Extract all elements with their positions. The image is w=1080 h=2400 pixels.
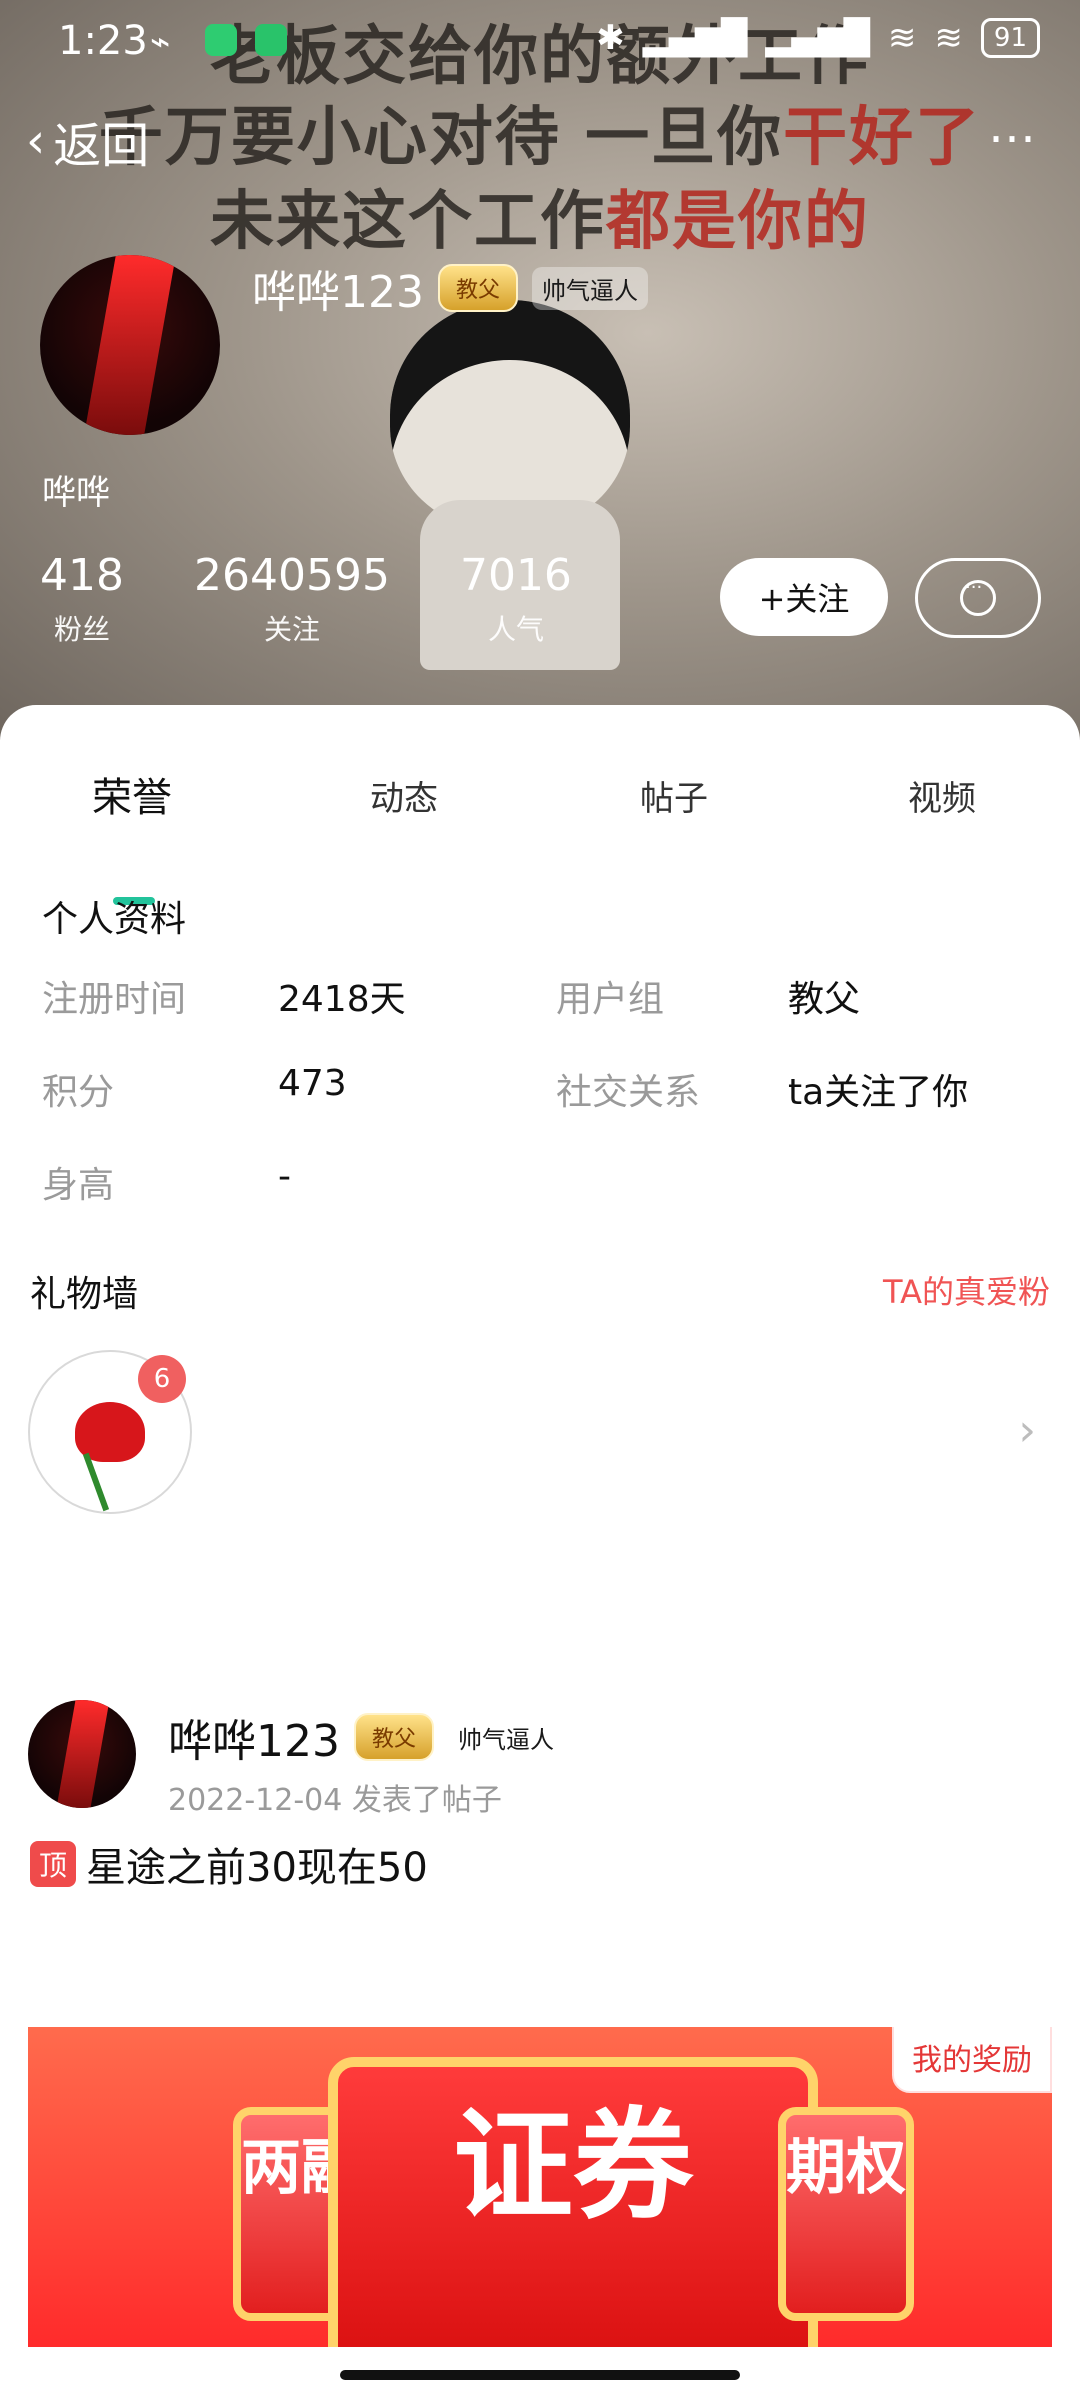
chat-bubble-icon bbox=[960, 577, 996, 616]
signal-icon: ▂▄▆█ bbox=[642, 18, 748, 58]
profile-avatar[interactable] bbox=[40, 255, 220, 435]
mute-icon: ⌁ bbox=[150, 22, 171, 62]
info-key: 身高 bbox=[42, 1165, 115, 1206]
stat-fans[interactable]: 418 粉丝 bbox=[40, 550, 124, 648]
tab-activity[interactable]: 动态 bbox=[370, 771, 438, 820]
post-author-line: 哗哗123 教父 帅气逼人 bbox=[168, 1705, 564, 1769]
info-value-2: ta关注了你 bbox=[788, 1072, 969, 1113]
post-text: 星途之前30现在50 bbox=[86, 1845, 428, 1891]
promo-banner[interactable]: 我的奖励 两融 证券 期权 bbox=[28, 2027, 1052, 2347]
gift-wall-title: 礼物墙 bbox=[30, 1274, 139, 1315]
info-key: 积分 bbox=[42, 1072, 115, 1113]
follow-button[interactable]: +关注 bbox=[720, 558, 888, 636]
more-options-button[interactable]: ⋯ bbox=[988, 110, 1040, 166]
post-title[interactable]: 顶 星途之前30现在50 bbox=[30, 1835, 428, 1893]
banner-right-text: 期权 bbox=[786, 2133, 906, 2203]
stat-popularity-label: 人气 bbox=[487, 613, 544, 646]
info-key-2: 用户组 bbox=[556, 979, 665, 1020]
stat-following-label: 关注 bbox=[263, 613, 320, 646]
banner-center-panel: 证券 bbox=[328, 2057, 818, 2347]
content-sheet: 荣誉 动态 帖子 视频 个人资料 注册时间 2418天 用户组 教父 积分 47… bbox=[0, 705, 1080, 2400]
info-value: - bbox=[278, 1156, 291, 1197]
stat-following[interactable]: 2640595 关注 bbox=[194, 550, 390, 648]
post-author-name[interactable]: 哗哗123 bbox=[168, 1705, 340, 1769]
more-icon: ⋯ bbox=[988, 110, 1040, 166]
gift-count-badge: 6 bbox=[138, 1355, 186, 1403]
info-row-points: 积分 473 社交关系 ta关注了你 bbox=[42, 1063, 1042, 1123]
info-row-height: 身高 - bbox=[42, 1156, 1042, 1216]
profile-nickname-line: 哗哗123 教父 帅气逼人 bbox=[252, 256, 648, 320]
user-group-badge: 教父 bbox=[437, 264, 518, 312]
wifi-icon: ≋ bbox=[887, 18, 917, 58]
android-app-icon bbox=[255, 24, 287, 56]
hero-caption-line-3: 未来这个工作都是你的 bbox=[210, 185, 870, 259]
tab-honor[interactable]: 荣誉 bbox=[92, 765, 172, 823]
profile-tabs: 荣誉 动态 帖子 视频 bbox=[0, 765, 1080, 905]
post-author-avatar[interactable] bbox=[28, 1700, 136, 1808]
info-row-registration: 注册时间 2418天 用户组 教父 bbox=[42, 970, 1042, 1030]
chevron-right-icon[interactable]: › bbox=[1018, 1405, 1036, 1456]
info-key: 注册时间 bbox=[42, 979, 187, 1020]
true-fans-link[interactable]: TA的真爱粉 bbox=[883, 1267, 1050, 1313]
hero-caption-line-2: 千万要小心对待 一旦你干好了 bbox=[98, 101, 982, 175]
banner-center-text: 证券 bbox=[453, 2097, 693, 2236]
battery-indicator: 91 bbox=[980, 18, 1040, 58]
stat-fans-label: 粉丝 bbox=[53, 613, 110, 646]
back-label: 返回 bbox=[53, 118, 150, 174]
info-value: 2418天 bbox=[278, 979, 406, 1020]
stat-popularity-number: 7016 bbox=[459, 550, 572, 601]
stat-following-number: 2640595 bbox=[193, 550, 390, 601]
title-badge: 帅气逼人 bbox=[532, 266, 648, 310]
meme-face-illustration bbox=[390, 300, 630, 530]
post-author-title-badge: 帅气逼人 bbox=[458, 1725, 554, 1754]
tab-posts[interactable]: 帖子 bbox=[640, 771, 708, 820]
tab-videos[interactable]: 视频 bbox=[908, 771, 976, 820]
status-time: 1:23 bbox=[58, 18, 148, 64]
signal-icon-2: ▂▄▆█ bbox=[765, 18, 870, 58]
profile-nickname: 哗哗123 bbox=[252, 267, 424, 318]
chevron-left-icon: ‹ bbox=[26, 113, 46, 169]
home-indicator[interactable] bbox=[340, 2370, 740, 2380]
status-bar: 1:23 ✱ ▂▄▆█ ▂▄▆█ ≋ ≋ 91 ⌁ bbox=[0, 0, 1080, 90]
post-author-badge: 教父 bbox=[353, 1713, 434, 1761]
profile-stats: 418 粉丝 2640595 关注 7016 人气 bbox=[40, 550, 572, 648]
banner-right-panel: 期权 bbox=[778, 2107, 914, 2321]
stat-fans-number: 418 bbox=[40, 550, 124, 601]
status-icons: ✱ ▂▄▆█ ▂▄▆█ ≋ ≋ 91 bbox=[596, 18, 1040, 58]
info-key-2: 社交关系 bbox=[556, 1072, 701, 1113]
personal-info-title: 个人资料 bbox=[42, 899, 187, 940]
bluetooth-icon: ✱ bbox=[596, 18, 625, 58]
shield-app-icon bbox=[205, 24, 237, 56]
wifi-icon-2: ≋ bbox=[934, 18, 963, 58]
message-button[interactable] bbox=[915, 558, 1041, 638]
post-meta: 2022-12-04 发表了帖子 bbox=[168, 1783, 502, 1818]
my-rewards-button[interactable]: 我的奖励 bbox=[892, 2027, 1052, 2093]
back-button[interactable]: ‹ 返回 bbox=[26, 106, 149, 176]
profile-username: 哗哗 bbox=[42, 473, 110, 513]
info-value-2: 教父 bbox=[788, 979, 861, 1020]
info-value: 473 bbox=[278, 1063, 347, 1104]
stat-popularity[interactable]: 7016 人气 bbox=[460, 550, 572, 648]
pinned-badge: 顶 bbox=[30, 1841, 76, 1887]
rose-icon bbox=[75, 1402, 145, 1462]
